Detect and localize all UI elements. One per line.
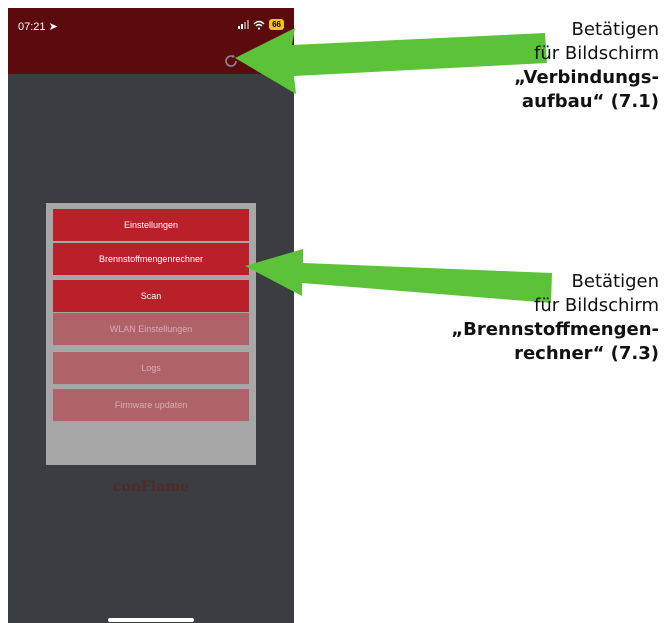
annotation-connection-setup: Betätigen für Bildschirm „Verbindungs- a… [514, 18, 659, 114]
wifi-icon [253, 20, 265, 30]
fuel-calculator-button[interactable]: Brennstoffmengenrechner [53, 243, 249, 275]
annotation-bold-line: rechner“ (7.3) [514, 343, 659, 364]
annotation-line: Betätigen [571, 271, 659, 292]
status-time-text: 07:21 [18, 21, 46, 33]
refresh-icon[interactable] [223, 53, 239, 69]
firmware-update-button[interactable]: Firmware updaten [53, 389, 249, 421]
main-menu: Einstellungen Brennstoffmengenrechner Sc… [46, 203, 256, 465]
annotation-bold-line: „Brennstoffmengen- [451, 319, 659, 340]
logs-button[interactable]: Logs [53, 352, 249, 384]
location-arrow-icon: ➤ [48, 21, 58, 33]
battery-indicator: 66 [269, 19, 284, 30]
wlan-settings-button[interactable]: WLAN Einstellungen [53, 313, 249, 345]
phone-screen: 07:21 ➤ 66 Einstellungen Brennstoffmenge… [8, 8, 294, 623]
annotation-line: für Bildschirm [534, 295, 659, 316]
brand-logo: conFlame [112, 479, 190, 495]
annotation-line: für Bildschirm [534, 43, 659, 64]
annotation-line: Betätigen [571, 19, 659, 40]
annotation-fuel-calculator: Betätigen für Bildschirm „Brennstoffmeng… [451, 270, 659, 366]
settings-button[interactable]: Einstellungen [53, 209, 249, 241]
scan-button[interactable]: Scan [53, 280, 249, 312]
annotation-bold-line: „Verbindungs- [514, 67, 659, 88]
annotation-bold-line: aufbau“ (7.1) [521, 91, 659, 112]
signal-icon [238, 20, 250, 29]
app-bar: 07:21 ➤ 66 [8, 8, 294, 74]
status-time: 07:21 ➤ [18, 20, 58, 33]
home-indicator [108, 618, 194, 622]
status-icons: 66 [238, 19, 284, 30]
